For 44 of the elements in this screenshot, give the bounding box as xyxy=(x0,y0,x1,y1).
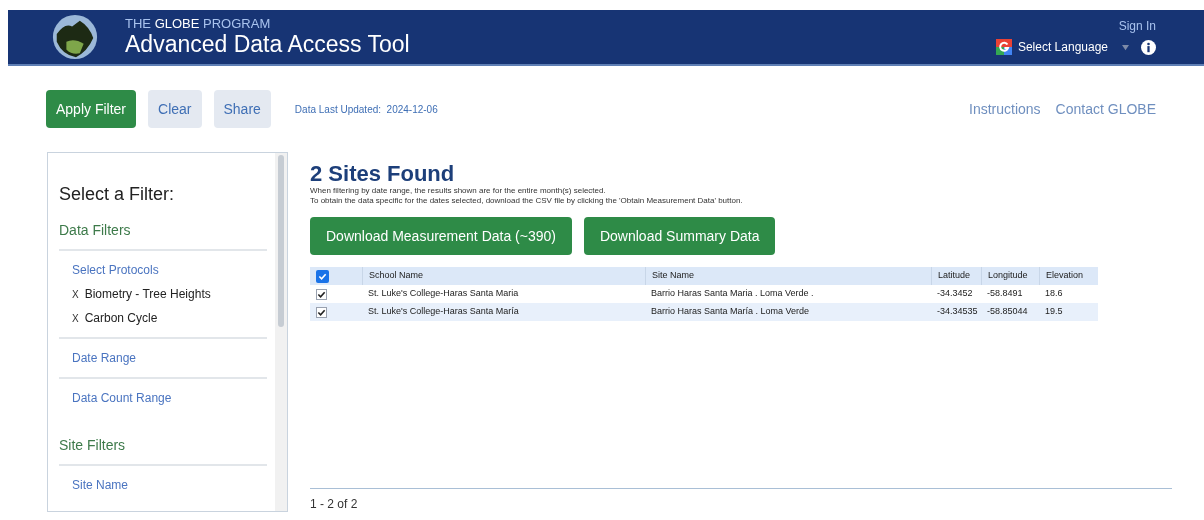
apply-filter-button[interactable]: Apply Filter xyxy=(46,90,137,128)
dropdown-caret-icon[interactable] xyxy=(1122,43,1129,51)
filter-link[interactable]: Data Count Range xyxy=(72,389,267,407)
toolbar-button[interactable]: Share xyxy=(213,90,271,128)
select-all-checkbox[interactable] xyxy=(316,269,329,283)
program-name: THE GLOBE PROGRAM xyxy=(125,16,272,31)
results-note: When filtering by date range, the results shown are for the entire month(s) selected. xyxy=(310,186,607,196)
pagination-text: 1 - 2 of 2 xyxy=(310,496,359,513)
app-title: Advanced Data Access Tool xyxy=(125,31,410,58)
filter-link[interactable]: Site Name xyxy=(72,476,267,494)
google-g-icon xyxy=(995,39,1012,55)
table-cell-text: 18.6 xyxy=(1044,287,1064,301)
table-cell-text: -58.85044 xyxy=(986,305,1029,319)
filter-section-heading: Site Filters xyxy=(59,435,267,466)
sidebar-title: Select a Filter: xyxy=(59,183,176,206)
table-cell-text: Barrio Haras Santa Maria . Loma Verde . xyxy=(650,287,815,301)
filter-link[interactable]: Date Range xyxy=(72,349,267,367)
table-cell-text: -34.34535 xyxy=(936,305,979,319)
table-cell-text: St. Luke's College-Haras Santa Maria xyxy=(367,287,520,301)
remove-filter-button[interactable]: X xyxy=(72,310,79,326)
row-checkbox[interactable] xyxy=(316,306,327,318)
table-cell-text: 19.5 xyxy=(1044,305,1064,319)
table-cell-text: Barrio Haras Santa María . Loma Verde xyxy=(650,305,811,319)
table-row[interactable]: St. Luke's College-Haras Santa María Barrio Haras Santa María . Loma Verde -34.34535 -58.85044 19.5 xyxy=(310,303,1098,321)
info-icon[interactable] xyxy=(1141,39,1156,55)
results-heading: 2 Sites Found xyxy=(310,162,456,186)
globe-logo-icon xyxy=(50,13,100,61)
selected-protocol: Biometry - Tree Heights xyxy=(84,286,211,303)
filter-link[interactable]: Select Protocols xyxy=(72,261,267,279)
filter-section-heading: Data Filters xyxy=(59,220,267,251)
row-checkbox[interactable] xyxy=(316,288,327,300)
data-updated-text: Data Last Updated: 2024-12-06 xyxy=(294,102,438,117)
table-cell-text: -58.8491 xyxy=(986,287,1024,301)
results-note: To obtain the data specific for the dates selected, download the CSV file by clicking the 'Obtain Measurement Data' button. xyxy=(310,196,744,206)
toolbar-button[interactable]: Clear xyxy=(148,90,202,128)
scrollbar-thumb[interactable] xyxy=(278,155,284,327)
table-cell-text: -34.3452 xyxy=(936,287,974,301)
download-button[interactable]: Download Measurement Data (~390) xyxy=(310,217,572,255)
sign-in-link[interactable]: Sign In xyxy=(1118,18,1156,34)
remove-filter-button[interactable]: X xyxy=(72,286,79,302)
language-selector[interactable]: Select Language xyxy=(1017,38,1108,56)
table-cell-text: St. Luke's College-Haras Santa María xyxy=(367,305,520,319)
selected-protocol: Carbon Cycle xyxy=(84,310,158,327)
download-button[interactable]: Download Summary Data xyxy=(583,217,776,255)
